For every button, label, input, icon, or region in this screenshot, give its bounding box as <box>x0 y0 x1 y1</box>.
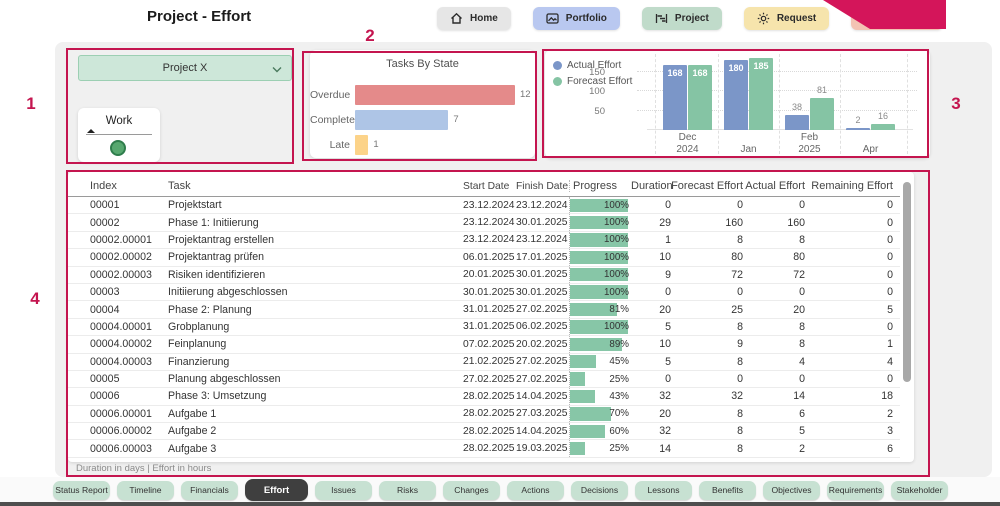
annotation-label-3: 3 <box>951 94 960 114</box>
window-bottom-edge <box>0 502 1000 506</box>
project-gantt-icon <box>655 12 668 25</box>
tab-timeline[interactable]: Timeline <box>117 481 174 500</box>
annotation-rect-2 <box>302 51 537 161</box>
annotation-label-2: 2 <box>365 26 374 46</box>
tab-requirements[interactable]: Requirements <box>827 481 884 500</box>
tab-effort[interactable]: Effort <box>245 479 308 501</box>
portfolio-label: Portfolio <box>566 13 607 24</box>
tab-bar: Status Report Timeline Financials Effort Iss… <box>0 477 1000 503</box>
annotation-rect-1 <box>66 48 294 164</box>
home-button[interactable]: Home <box>437 7 511 30</box>
annotation-label-1: 1 <box>26 94 35 114</box>
tab-decisions[interactable]: Decisions <box>571 481 628 500</box>
tab-risks[interactable]: Risks <box>379 481 436 500</box>
home-icon <box>450 12 463 25</box>
request-sun-icon <box>757 12 770 25</box>
corner-ribbon <box>800 0 960 32</box>
portfolio-icon <box>546 12 559 25</box>
tab-actions[interactable]: Actions <box>507 481 564 500</box>
home-label: Home <box>470 13 498 24</box>
portfolio-button[interactable]: Portfolio <box>533 7 620 30</box>
tab-issues[interactable]: Issues <box>315 481 372 500</box>
project-label: Project <box>675 13 709 24</box>
tab-lessons[interactable]: Lessons <box>635 481 692 500</box>
tab-status-report[interactable]: Status Report <box>53 481 110 500</box>
tab-stakeholder[interactable]: Stakeholder <box>891 481 948 500</box>
annotation-label-4: 4 <box>30 289 39 309</box>
annotation-rect-3 <box>542 49 929 158</box>
page-title: Project - Effort <box>147 8 251 25</box>
tab-financials[interactable]: Financials <box>181 481 238 500</box>
project-button[interactable]: Project <box>642 7 722 30</box>
tab-benefits[interactable]: Benefits <box>699 481 756 500</box>
tab-changes[interactable]: Changes <box>443 481 500 500</box>
annotation-rect-4 <box>66 170 930 477</box>
tab-objectives[interactable]: Objectives <box>763 481 820 500</box>
